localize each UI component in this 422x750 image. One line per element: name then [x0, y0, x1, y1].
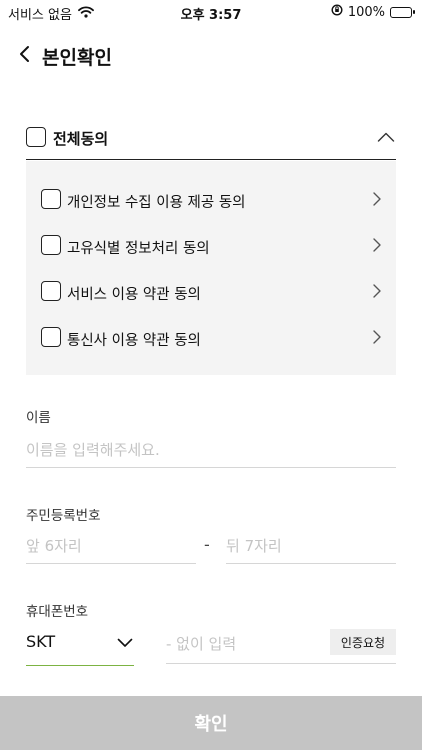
terms-panel: 개인정보 수집 이용 제공 동의 고유식별 정보처리 동의 서비스 이용 약관 … — [26, 161, 396, 375]
page-title: 본인확인 — [42, 47, 112, 69]
term-checkbox[interactable] — [41, 327, 61, 347]
term-label: 고유식별 정보처리 동의 — [67, 241, 210, 257]
carrier-value: SKT — [26, 632, 56, 651]
orientation-lock-icon — [331, 4, 343, 20]
chevron-right-icon[interactable] — [370, 281, 384, 301]
status-right: 100% — [331, 4, 415, 20]
nav-header: 본인확인 — [0, 34, 422, 74]
term-label: 개인정보 수집 이용 제공 동의 — [67, 195, 246, 211]
resident-separator: - — [204, 535, 210, 554]
confirm-button[interactable]: 확인 — [0, 696, 422, 750]
agree-all-checkbox[interactable] — [26, 127, 46, 147]
verify-request-button[interactable]: 인증요청 — [330, 629, 396, 655]
term-row-carrier[interactable]: 통신사 이용 약관 동의 — [26, 317, 396, 357]
collapse-button[interactable] — [376, 126, 396, 148]
name-input[interactable] — [26, 432, 396, 467]
agree-all-row[interactable]: 전체동의 — [26, 122, 396, 160]
name-field-wrap — [26, 432, 396, 468]
agree-all-label: 전체동의 — [53, 130, 109, 148]
term-row-service[interactable]: 서비스 이용 약관 동의 — [26, 271, 396, 311]
chevron-right-icon[interactable] — [370, 235, 384, 255]
resident-number-label: 주민등록번호 — [26, 508, 101, 524]
term-checkbox[interactable] — [41, 189, 61, 209]
status-bar: 서비스 없음 오후 3:57 100% — [0, 0, 422, 24]
phone-input[interactable] — [166, 624, 326, 663]
term-row-unique-id[interactable]: 고유식별 정보처리 동의 — [26, 225, 396, 265]
carrier-select[interactable]: SKT — [26, 622, 134, 666]
term-checkbox[interactable] — [41, 281, 61, 301]
chevron-right-icon[interactable] — [370, 327, 384, 347]
chevron-left-icon — [20, 46, 29, 62]
term-label: 서비스 이용 약관 동의 — [67, 287, 201, 303]
term-row-privacy[interactable]: 개인정보 수집 이용 제공 동의 — [26, 179, 396, 219]
battery-percent: 100% — [347, 4, 385, 20]
term-label: 통신사 이용 약관 동의 — [67, 333, 201, 349]
back-button[interactable] — [12, 40, 36, 68]
phone-label: 휴대폰번호 — [26, 604, 89, 620]
resident-front-wrap — [26, 528, 196, 564]
resident-front-input[interactable] — [26, 528, 196, 563]
chevron-down-icon — [116, 634, 134, 652]
battery-icon — [390, 6, 415, 18]
resident-back-input[interactable] — [226, 528, 396, 563]
chevron-up-icon — [377, 132, 395, 142]
name-label: 이름 — [26, 410, 51, 426]
term-checkbox[interactable] — [41, 235, 61, 255]
resident-back-wrap — [226, 528, 396, 564]
chevron-right-icon[interactable] — [370, 189, 384, 209]
